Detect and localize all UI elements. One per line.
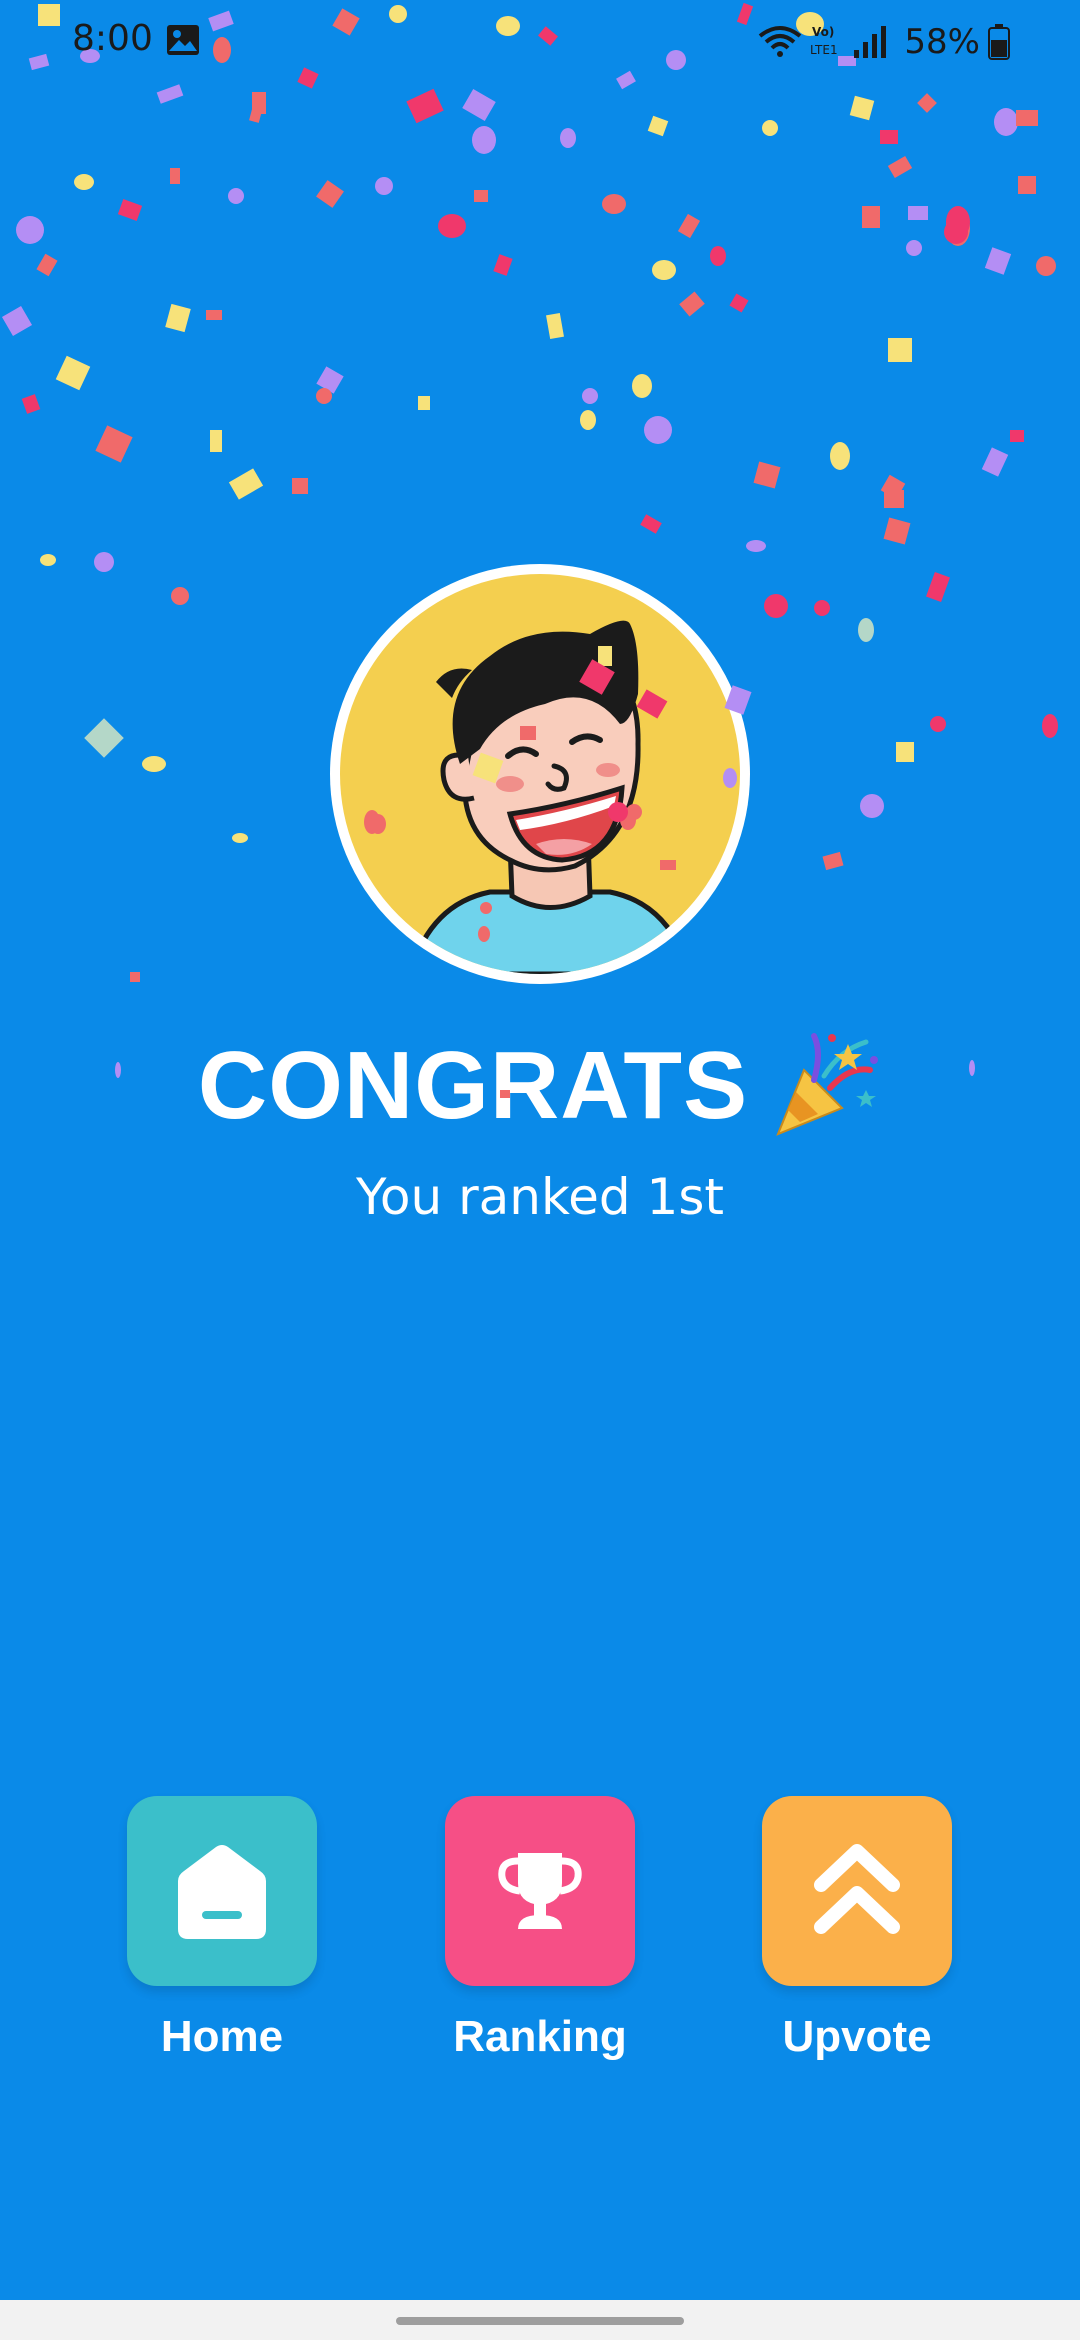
svg-text:Vo): Vo): [812, 25, 834, 39]
image-icon: [167, 25, 199, 55]
double-chevron-up-icon: [814, 1844, 900, 1934]
smiling-man-avatar: [340, 574, 740, 974]
trophy-icon: [498, 1853, 582, 1929]
ranking-button[interactable]: Ranking: [420, 1796, 660, 2062]
rank-subtitle: You ranked 1st: [356, 1168, 724, 1226]
volte-lte-icon: Vo) LTE1: [810, 25, 838, 57]
home-button[interactable]: Home: [102, 1796, 342, 2062]
upvote-tile[interactable]: [762, 1796, 952, 1986]
signal-bars-icon: [854, 26, 887, 58]
home-label: Home: [160, 2012, 284, 2061]
ranking-label: Ranking: [453, 2012, 627, 2061]
celebration-screen: 8:00 Vo) LTE1 58% CONGRATS You ranked 1s…: [0, 0, 1080, 2340]
avatar: [330, 564, 750, 984]
status-bar: 8:00 Vo) LTE1 58%: [0, 0, 1080, 84]
upvote-button[interactable]: Upvote: [737, 1796, 977, 2062]
smiling-man-illustration: [407, 620, 693, 974]
home-icon: [178, 1845, 266, 1939]
battery-percent: 58%: [904, 22, 980, 62]
upvote-label: Upvote: [782, 2012, 932, 2061]
battery-icon: [988, 24, 1010, 60]
page-title: CONGRATS: [197, 1032, 749, 1139]
congrats-row: CONGRATS: [0, 1030, 1080, 1142]
status-icons: Vo) LTE1 58%: [758, 18, 1010, 66]
wifi-icon: [759, 26, 802, 57]
svg-text:LTE1: LTE1: [810, 43, 838, 57]
status-time: 8:00: [72, 18, 153, 59]
navigation-bar: [0, 2300, 1080, 2340]
home-tile[interactable]: [127, 1796, 317, 1986]
home-gesture-handle[interactable]: [396, 2317, 684, 2325]
ranking-tile[interactable]: [445, 1796, 635, 1986]
party-popper-icon: [776, 1033, 879, 1136]
